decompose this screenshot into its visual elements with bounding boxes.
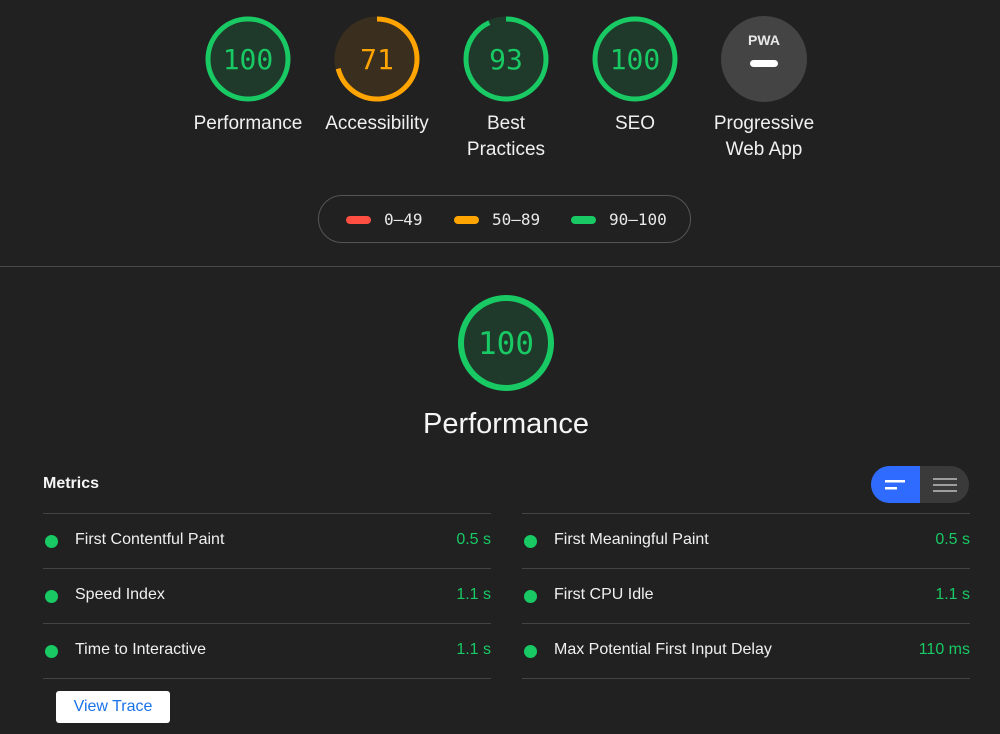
metric-value: 1.1 s bbox=[456, 586, 491, 603]
gauge-performance[interactable]: 100 Performance bbox=[188, 15, 308, 137]
list-view-button[interactable] bbox=[920, 466, 969, 503]
gauge-seo[interactable]: 100 SEO bbox=[575, 15, 695, 137]
score-ring: 100 bbox=[458, 295, 554, 391]
metric-value: 110 ms bbox=[918, 641, 970, 658]
legend-range: 50–89 bbox=[492, 210, 541, 229]
gauge-pwa[interactable]: PWA Progressive Web App bbox=[704, 15, 824, 163]
list-view-icon bbox=[932, 477, 957, 492]
legend-range: 90–100 bbox=[609, 210, 667, 229]
metric-name: First Meaningful Paint bbox=[554, 531, 709, 548]
pass-dot-icon bbox=[45, 645, 58, 658]
summary-view-icon bbox=[884, 479, 905, 489]
gauge-score: 100 bbox=[223, 43, 274, 76]
pass-dot-icon bbox=[524, 645, 537, 658]
pass-dot-icon bbox=[45, 535, 58, 548]
legend-range: 0–49 bbox=[384, 210, 423, 229]
gauge-label: Progressive Web App bbox=[704, 111, 824, 163]
pwa-badge-text: PWA bbox=[748, 32, 780, 48]
gauge-score: 71 bbox=[360, 43, 394, 76]
metric-name: First Contentful Paint bbox=[75, 531, 225, 548]
metric-row: Time to Interactive 1.1 s bbox=[43, 623, 491, 679]
metric-row: Max Potential First Input Delay 110 ms bbox=[522, 623, 970, 679]
metric-name: Max Potential First Input Delay bbox=[554, 641, 772, 658]
metrics-left-column: First Contentful Paint 0.5 s Speed Index… bbox=[43, 513, 491, 679]
score-ring: 71 bbox=[334, 16, 420, 102]
score-ring: 100 bbox=[205, 16, 291, 102]
metric-value: 1.1 s bbox=[456, 641, 491, 658]
pass-dot-icon bbox=[524, 535, 537, 548]
fail-pill-icon bbox=[346, 215, 371, 224]
metric-name: First CPU Idle bbox=[554, 586, 654, 603]
gauge-label: Best Practices bbox=[446, 111, 566, 163]
score-ring: 100 bbox=[592, 16, 678, 102]
metric-row: First Contentful Paint 0.5 s bbox=[43, 513, 491, 568]
gauge-accessibility[interactable]: 71 Accessibility bbox=[317, 15, 437, 137]
pass-dot-icon bbox=[524, 590, 537, 603]
gauge-label-line1: Progressive bbox=[713, 113, 815, 134]
main-score: 100 bbox=[478, 326, 534, 362]
gauge-label: Accessibility bbox=[325, 113, 429, 134]
gauge-score: 93 bbox=[489, 43, 523, 76]
metrics-view-toggle[interactable] bbox=[871, 466, 969, 503]
legend-pass: 90–100 bbox=[571, 210, 667, 229]
gauge-score: 100 bbox=[610, 43, 661, 76]
pass-pill-icon bbox=[571, 215, 596, 224]
pass-dot-icon bbox=[45, 590, 58, 603]
score-legend: 0–49 50–89 90–100 bbox=[318, 195, 691, 243]
score-ring: 93 bbox=[463, 16, 549, 102]
metric-value: 0.5 s bbox=[456, 531, 491, 548]
metric-name: Time to Interactive bbox=[75, 641, 207, 658]
gauge-label-line1: Best bbox=[486, 113, 526, 134]
gauge-label: Performance bbox=[193, 113, 303, 134]
main-score-gauge: 100 bbox=[457, 294, 555, 392]
view-trace-button[interactable]: View Trace bbox=[56, 691, 170, 723]
section-divider bbox=[0, 266, 1000, 267]
legend-fail: 0–49 bbox=[346, 210, 423, 229]
metrics-title: Metrics bbox=[43, 475, 100, 492]
category-title: Performance bbox=[422, 408, 589, 440]
metric-value: 1.1 s bbox=[935, 586, 970, 603]
gauge-label-line2: Practices bbox=[466, 139, 546, 160]
gauge-label: SEO bbox=[614, 113, 656, 134]
metrics-right-column: First Meaningful Paint 0.5 s First CPU I… bbox=[522, 513, 970, 679]
metric-name: Speed Index bbox=[75, 586, 165, 603]
summary-view-button[interactable] bbox=[871, 466, 920, 503]
metric-value: 0.5 s bbox=[935, 531, 970, 548]
pwa-badge-icon: PWA bbox=[721, 16, 807, 102]
metric-row: First CPU Idle 1.1 s bbox=[522, 568, 970, 623]
average-pill-icon bbox=[454, 215, 479, 224]
gauge-label-line2: Web App bbox=[725, 139, 803, 160]
legend-average: 50–89 bbox=[454, 210, 540, 229]
metric-row: Speed Index 1.1 s bbox=[43, 568, 491, 623]
metric-row: First Meaningful Paint 0.5 s bbox=[522, 513, 970, 568]
gauge-best-practices[interactable]: 93 Best Practices bbox=[446, 15, 566, 163]
